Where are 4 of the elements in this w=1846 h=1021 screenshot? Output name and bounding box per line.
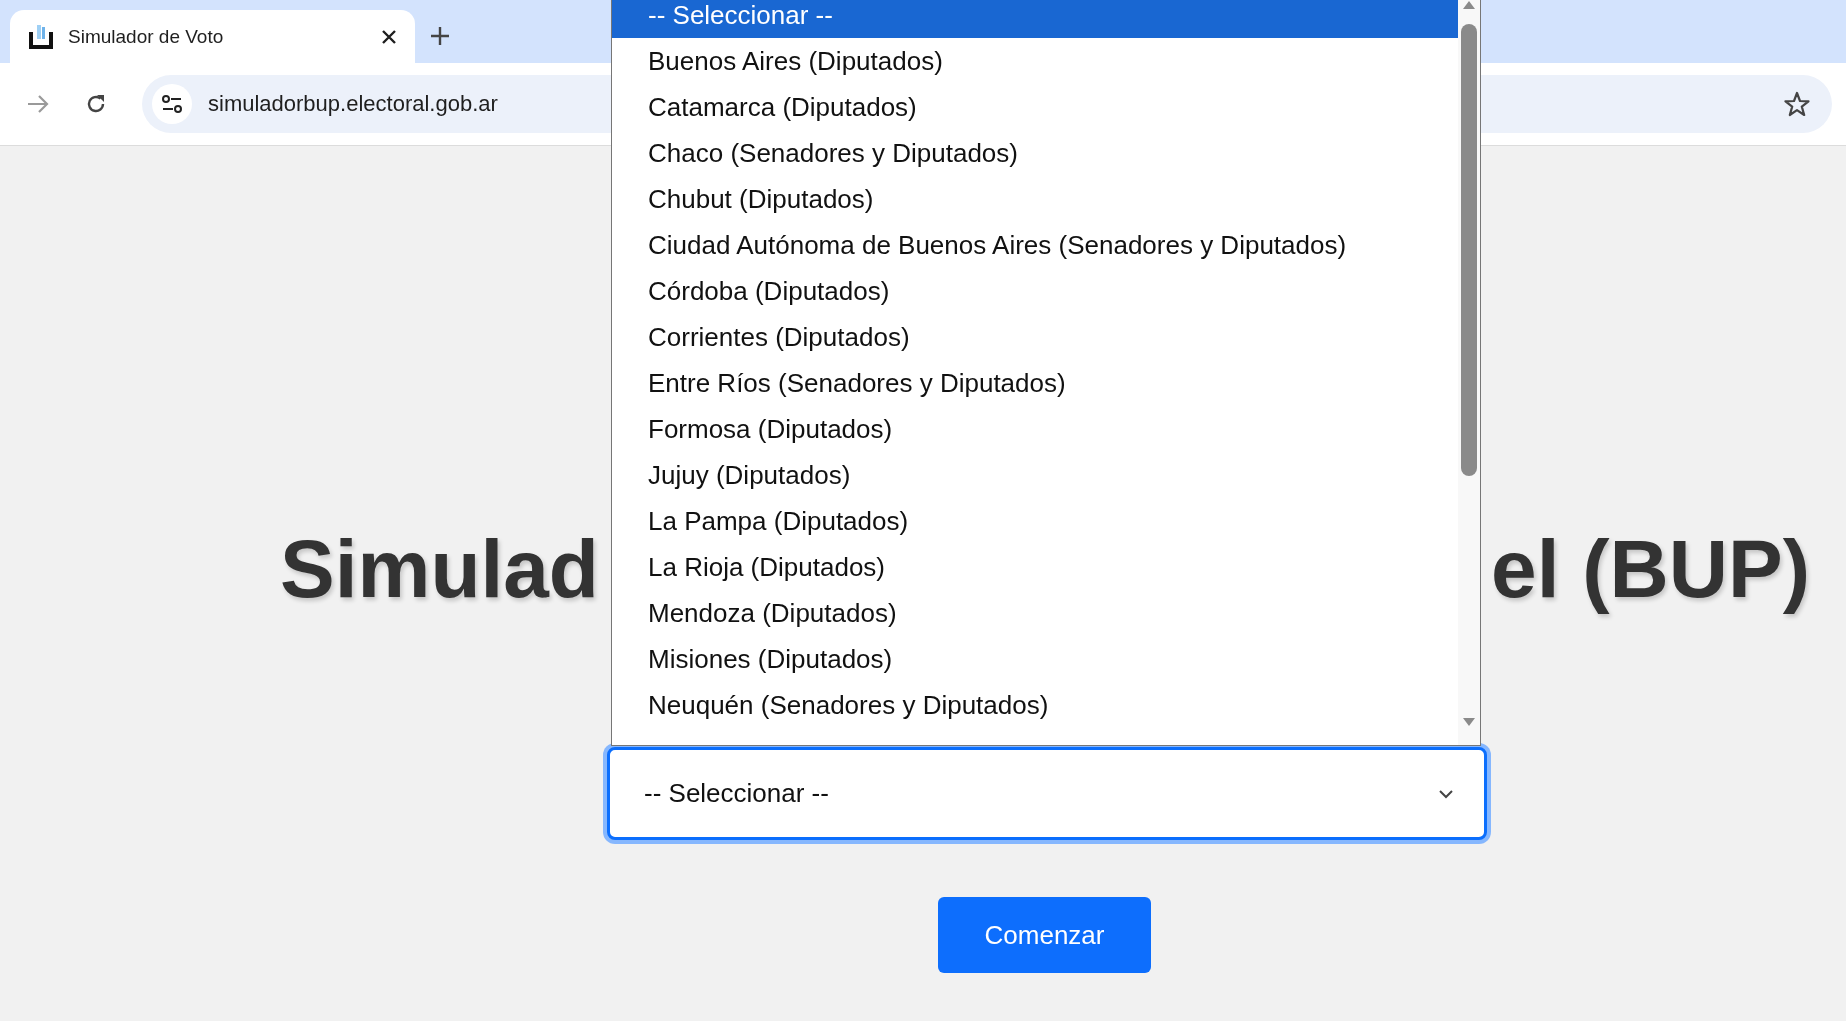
page-title: el (BUP) <box>1491 522 1810 616</box>
page-title: Simulad <box>280 522 599 616</box>
tab-title: Simulador de Voto <box>68 25 225 48</box>
url-text: simuladorbup.electoral.gob.ar <box>208 91 498 117</box>
